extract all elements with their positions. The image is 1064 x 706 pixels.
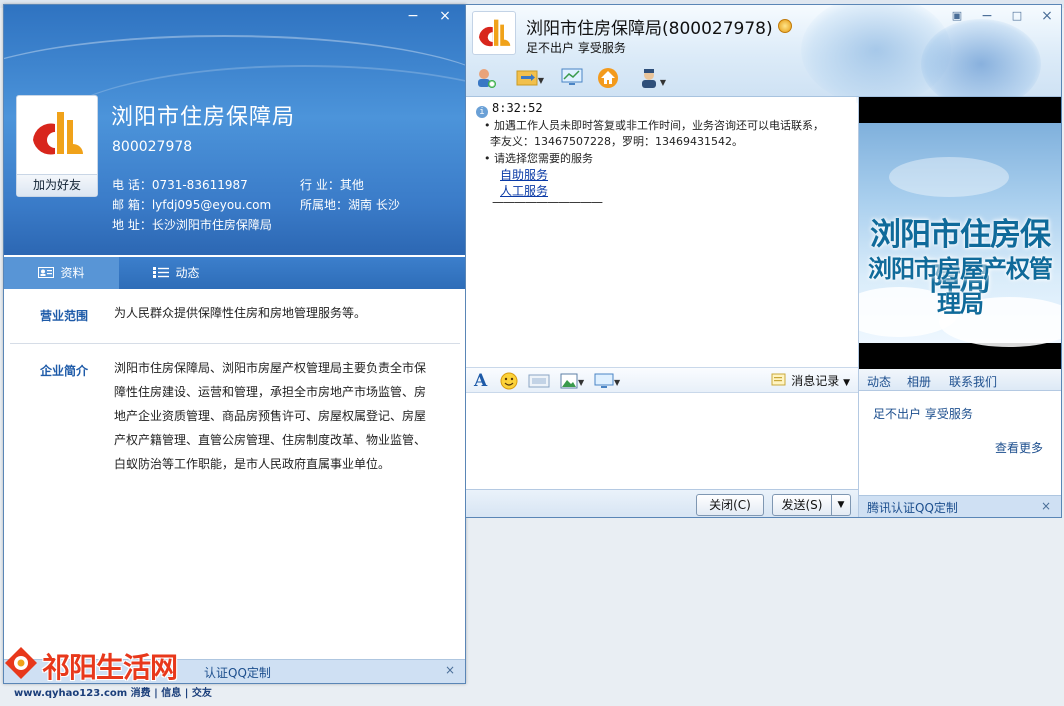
watermark-url: www.qyhao123.com 消费 | 信息 | 交友 (14, 688, 212, 699)
format-toolbar: A ▼ ▼ 消息记录 ▼ (466, 367, 858, 393)
tab-contact-us[interactable]: 联系我们 (949, 373, 997, 390)
watermark-brand: 祁阳生活网 (42, 651, 178, 684)
org-logo-icon (479, 19, 511, 47)
profile-tabs: 资料 动态 (4, 257, 465, 289)
chat-bottom-bar: 关闭(C) 发送(S) ▼ (466, 489, 858, 517)
screen-share-icon[interactable] (558, 67, 586, 91)
profile-name: 浏阳市住房保障局 (111, 105, 296, 130)
tab-side-feed[interactable]: 动态 (867, 373, 891, 390)
chat-header: 浏阳市住房保障局(800027978) 足不出户 享受服务 ▣ − □ ☺× ▼… (466, 5, 1061, 109)
watermark-logo-icon (5, 647, 37, 679)
profile-industry: 行 业：其他 (300, 178, 364, 192)
message-history-button[interactable]: 消息记录 ▼ (771, 372, 850, 389)
tab-album[interactable]: 相册 (907, 373, 931, 390)
chat-window: 浏阳市住房保障局(800027978) 足不出户 享受服务 ▣ − □ ☺× ▼… (465, 4, 1062, 518)
side-slogan: 足不出户 享受服务 (873, 407, 973, 421)
chat-title: 浏阳市住房保障局(800027978) (526, 19, 773, 39)
section-divider (10, 343, 460, 344)
id-card-icon (38, 267, 55, 278)
view-more-link[interactable]: 查看更多 (995, 439, 1043, 456)
intro-label: 企业简介 (40, 364, 89, 378)
home-icon[interactable] (594, 67, 622, 91)
minimize-button[interactable]: − (402, 7, 424, 25)
side-panel: 浏阳市住房保障局 浏阳市房屋产权管理局 动态 相册 联系我们 足不出户 享受服务… (858, 97, 1061, 517)
certified-text: 认证QQ定制 (204, 666, 271, 680)
window-menu-button[interactable]: ▣ (946, 7, 968, 25)
message-separator: —————————— (492, 195, 603, 209)
video-icon[interactable] (528, 372, 550, 390)
close-button[interactable]: × (434, 7, 456, 25)
org-logo-icon (33, 112, 83, 155)
chat-avatar[interactable] (472, 11, 516, 55)
list-icon (153, 267, 170, 278)
promo-banner: 浏阳市住房保障局 浏阳市房屋产权管理局 (859, 97, 1061, 369)
profile-location: 所属地：湖南 长沙 (300, 198, 400, 212)
certified-badge-icon (778, 19, 792, 33)
close-button[interactable]: ☺× (1036, 7, 1058, 25)
avatar[interactable]: 加为好友 (16, 95, 98, 197)
side-bottom-bar: 腾讯认证QQ定制 × (859, 495, 1061, 517)
profile-email: 邮 箱：lyfdj095@eyou.com (112, 198, 272, 212)
maximize-button[interactable]: □ (1006, 7, 1028, 25)
add-friend-button[interactable]: 加为好友 (17, 174, 97, 196)
scope-label: 营业范围 (40, 309, 89, 323)
image-icon[interactable]: ▼ (560, 372, 584, 390)
send-button[interactable]: 发送(S) (772, 494, 832, 516)
send-options-button[interactable]: ▼ (831, 494, 851, 516)
scope-text: 为人民群众提供保障性住房和房地管理服务等。 (114, 306, 367, 320)
self-service-link[interactable]: 自助服务 (500, 166, 548, 183)
message-line: 李友义：13467507228，罗明：13469431542。 (490, 135, 743, 148)
message-timestamp: i 8:32:52 (476, 101, 543, 118)
banner-subtitle: 浏阳市房屋产权管理局 (868, 255, 1053, 318)
site-watermark: 祁阳生活网 www.qyhao123.com 消费 | 信息 | 交友 (4, 644, 212, 704)
message-history[interactable]: i 8:32:52 • 加遇工作人员未即时答复或非工作时间，业务咨询还可以电话联系… (470, 97, 856, 367)
profile-phone: 电 话：0731-83611987 (112, 178, 248, 192)
profile-header: − × 加为好友 浏阳市住房保障局 800027978 电 话：0731-836… (4, 5, 465, 255)
emoji-icon[interactable] (500, 372, 518, 390)
header-decoration (921, 19, 1041, 109)
message-line: • 请选择您需要的服务 (484, 152, 593, 165)
add-contact-icon[interactable] (472, 67, 500, 91)
history-icon (771, 373, 786, 386)
profile-number: 800027978 (112, 139, 193, 155)
service-agent-icon[interactable]: ▼ (632, 67, 672, 91)
profile-window: − × 加为好友 浏阳市住房保障局 800027978 电 话：0731-836… (3, 4, 466, 684)
tab-feed[interactable]: 动态 (119, 257, 234, 289)
side-tabs: 动态 相册 联系我们 (859, 369, 1061, 391)
profile-address: 地 址：长沙浏阳市住房保障局 (112, 218, 272, 232)
banner-cloud (889, 157, 1009, 197)
bottom-close-button[interactable]: × (445, 663, 455, 677)
side-certified-text: 腾讯认证QQ定制 (867, 501, 958, 515)
message-input[interactable] (466, 393, 858, 489)
close-chat-button[interactable]: 关闭(C) (696, 494, 764, 516)
minimize-button[interactable]: − (976, 7, 998, 25)
file-transfer-icon[interactable]: ▼ (510, 67, 550, 91)
side-close-button[interactable]: × (1041, 499, 1051, 513)
font-icon[interactable]: A (474, 372, 487, 390)
intro-text: 浏阳市住房保障局、浏阳市房屋产权管理局主要负责全市保障性住房建设、运营和管理，承… (114, 361, 427, 471)
tab-info[interactable]: 资料 (4, 257, 119, 289)
screenshot-icon[interactable]: ▼ (594, 372, 620, 390)
chat-subtitle: 足不出户 享受服务 (526, 41, 626, 55)
message-line: • 加遇工作人员未即时答复或非工作时间，业务咨询还可以电话联系， (484, 119, 824, 132)
